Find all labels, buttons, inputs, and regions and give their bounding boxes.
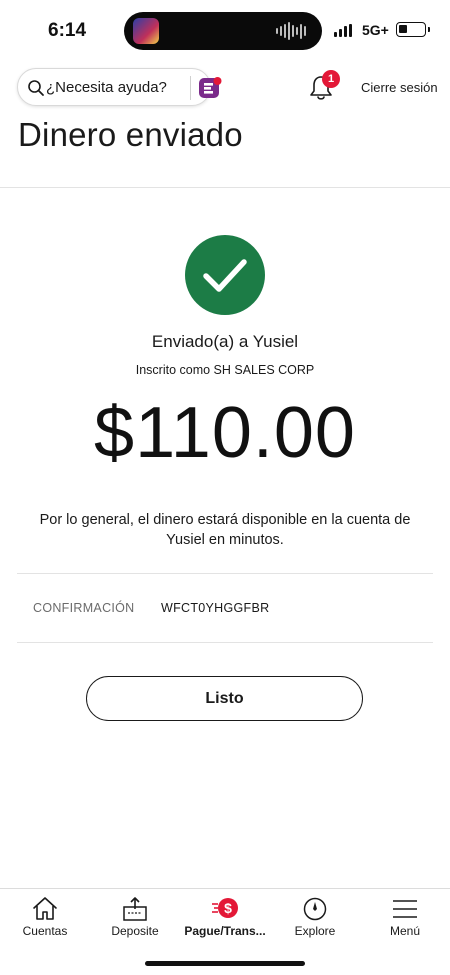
availability-message: Por lo general, el dinero estará disponi… [39,512,411,548]
amount-sent: $110.00 [94,393,356,473]
pay-transfer-icon: $ [212,898,238,918]
compass-icon [303,897,327,921]
dynamic-island [124,12,322,50]
nav-label: Menú [389,924,421,938]
cellular-signal-icon [334,24,352,37]
nav-label: Deposite [111,924,159,938]
recipient-heading: Enviado(a) a Yusiel [151,332,299,351]
nav-item-menu[interactable]: Menú [360,889,450,953]
divider [17,642,433,643]
erica-assistant-icon[interactable] [198,76,222,100]
success-check-icon [185,235,265,315]
battery-icon [396,22,426,37]
divider [0,187,450,188]
nav-label: Pague/Trans... [184,924,266,938]
network-type: 5G+ [362,22,389,38]
search-icon [28,80,44,96]
nav-item-deposit[interactable]: Deposite [90,889,180,953]
home-indicator [145,961,305,966]
confirmation-code: WFCT0YHGGFBR [161,601,270,615]
page-title: Dinero enviado [18,116,243,153]
status-time: 6:14 [48,20,87,41]
audio-waveform-icon [276,22,306,40]
done-button[interactable]: Listo [86,676,363,721]
sign-out-link[interactable]: Cierre sesión [361,80,438,95]
enrolled-as-text: Inscrito como SH SALES CORP [135,363,315,377]
divider [17,573,433,574]
deposit-icon [123,897,147,921]
now-playing-app-icon [133,18,159,44]
battery-level [399,25,407,33]
nav-item-explore[interactable]: Explore [270,889,360,953]
nav-item-accounts[interactable]: Cuentas [0,889,90,953]
menu-icon [393,900,417,918]
help-placeholder: ¿Necesita ayuda? [46,79,167,96]
battery-tip [428,27,430,32]
help-divider [190,76,191,100]
svg-text:$: $ [224,900,232,916]
nav-label: Explore [294,924,336,938]
confirmation-label: CONFIRMACIÓN [33,601,135,615]
notification-badge: 1 [322,70,340,88]
status-bar: 6:14 5G+ [0,0,450,62]
help-search-field[interactable]: ¿Necesita ayuda? [17,68,222,106]
nav-label: Cuentas [22,924,68,938]
nav-item-pay-transfer[interactable]: $ Pague/Trans... [180,889,270,953]
home-icon [33,897,57,920]
bottom-nav: Cuentas Deposite $ Pague/Trans... Explor… [0,889,450,953]
